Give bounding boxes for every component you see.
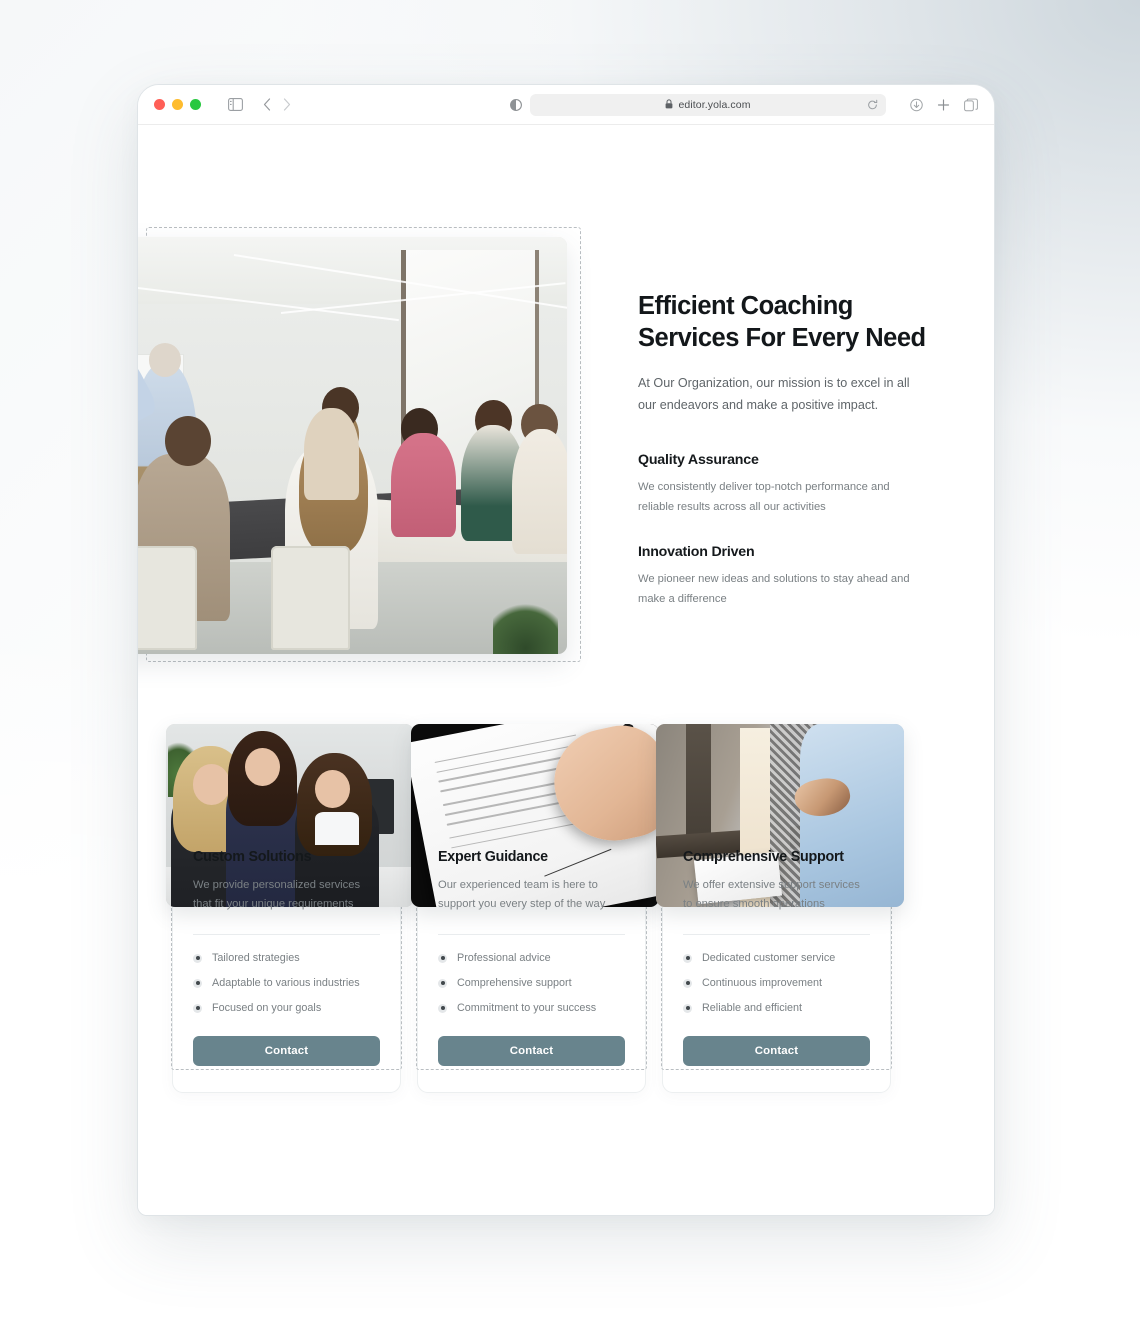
reader-mode-icon[interactable] [510,98,522,111]
plus-icon[interactable] [937,98,950,111]
chevron-right-icon[interactable] [283,98,291,111]
list-item: Professional advice [438,952,625,965]
list-item: Comprehensive support [438,977,625,990]
address-bar[interactable]: editor.yola.com [530,93,886,116]
feature-quality-assurance: Quality Assurance We consistently delive… [638,452,928,518]
bullet-icon [438,1003,447,1013]
close-button[interactable] [154,99,165,110]
browser-toolbar-right [910,98,978,111]
card-bullet-list: Tailored strategies Adaptable to various… [193,952,380,1015]
card-divider [193,933,380,935]
list-item: Commitment to your success [438,1002,625,1015]
card-title: Comprehensive Support [683,849,844,865]
bullet-icon [193,978,202,988]
list-item: Reliable and efficient [683,1002,870,1015]
list-item-label: Continuous improvement [702,976,823,989]
hero-subtitle: At Our Organization, our mission is to e… [638,376,910,412]
url-text: editor.yola.com [678,98,751,111]
card-bullet-list: Dedicated customer service Continuous im… [683,952,870,1015]
list-item-label: Reliable and efficient [702,1001,803,1014]
list-item-label: Commitment to your success [457,1001,597,1014]
feature-title: Quality Assurance [638,451,759,468]
card-text: We provide personalized services that fi… [193,879,361,911]
hero-image-selection-outline[interactable] [138,227,581,662]
card-text: Our experienced team is here to support … [438,879,606,911]
reload-icon[interactable] [867,99,878,110]
feature-text: We pioneer new ideas and solutions to st… [638,573,910,606]
services-cards-section: Custom Solutions We provide personalized… [166,724,962,1093]
card-text: We offer extensive support services to e… [683,879,860,911]
bullet-icon [683,953,692,963]
list-item-label: Tailored strategies [212,951,300,964]
service-card-comprehensive-support[interactable]: Comprehensive Support We offer extensive… [656,724,904,1093]
hero-title: Efficient Coaching Services For Every Ne… [638,292,926,353]
feature-text: We consistently deliver top-notch perfor… [638,480,890,513]
bullet-icon [193,1003,202,1013]
browser-titlebar: editor.yola.com [138,85,994,125]
list-item-label: Comprehensive support [457,976,572,989]
bullet-icon [193,953,202,963]
list-item: Dedicated customer service [683,952,870,965]
bullet-icon [683,978,692,988]
card-bullet-list: Professional advice Comprehensive suppor… [438,952,625,1015]
list-item-label: Dedicated customer service [702,951,836,964]
tab-overview-icon[interactable] [964,98,978,111]
contact-button[interactable]: Contact [683,1035,870,1066]
service-card-expert-guidance[interactable]: Expert Guidance Our experienced team is … [411,724,659,1093]
window-controls [154,99,201,110]
browser-window: editor.yola.com Efficient Coaching Servi… [137,84,995,1216]
maximize-button[interactable] [190,99,201,110]
card-divider [683,933,870,935]
site-canvas: Efficient Coaching Services For Every Ne… [138,125,994,1215]
list-item: Focused on your goals [193,1002,380,1015]
chevron-left-icon[interactable] [263,98,271,111]
card-title: Custom Solutions [193,849,312,865]
list-item: Tailored strategies [193,952,380,965]
list-item-label: Adaptable to various industries [212,976,360,989]
bullet-icon [683,1003,692,1013]
bullet-icon [438,953,447,963]
feature-innovation-driven: Innovation Driven We pioneer new ideas a… [638,544,928,610]
bullet-icon [438,978,447,988]
meeting-room-photo [138,237,567,654]
navigation-buttons [263,98,291,111]
hero-copy: Efficient Coaching Services For Every Ne… [638,290,928,610]
hero-image[interactable] [138,237,567,654]
list-item: Adaptable to various industries [193,977,380,990]
download-icon[interactable] [910,98,923,111]
minimize-button[interactable] [172,99,183,110]
lock-icon [665,96,673,114]
feature-title: Innovation Driven [638,544,755,561]
card-divider [438,933,625,935]
contact-button[interactable]: Contact [438,1035,625,1066]
list-item-label: Professional advice [457,951,551,964]
card-title: Expert Guidance [438,849,548,865]
list-item: Continuous improvement [683,977,870,990]
service-card-custom-solutions[interactable]: Custom Solutions We provide personalized… [166,724,414,1093]
contact-button[interactable]: Contact [193,1035,380,1066]
list-item-label: Focused on your goals [212,1001,322,1014]
sidebar-toggle-icon[interactable] [228,98,243,111]
